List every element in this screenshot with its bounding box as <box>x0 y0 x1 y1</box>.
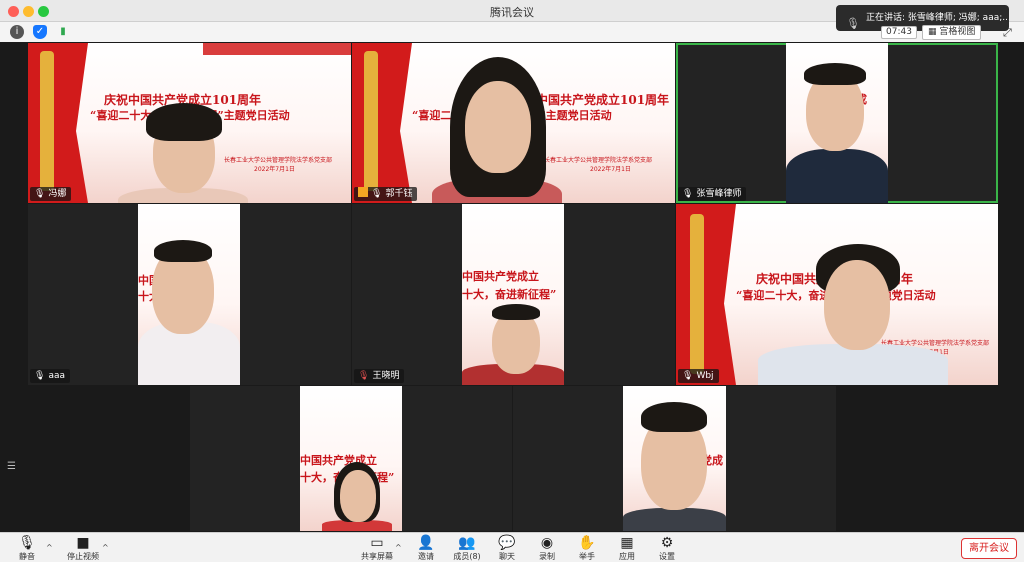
video-tile-4[interactable]: 中国共产党 十大，奋进 🎙aaa <box>28 204 351 385</box>
video-tile-7[interactable]: 中国共产党成立 十大，奋进新征程” <box>190 386 512 531</box>
side-panel-toggle-icon[interactable]: ☰ <box>7 461 16 472</box>
apps-grid-icon: ▦ <box>620 535 634 551</box>
participant-name-tag: 🎙 王晓明 <box>354 369 405 383</box>
avatar-icon <box>358 187 368 197</box>
video-tile-2[interactable]: 庆祝中国共产党成立101周年 “喜迎二十大，奋进新征程”主题党日活动 长春工业大… <box>352 43 675 203</box>
view-mode-button[interactable]: ▦ 宫格视图 <box>922 25 982 40</box>
record-icon: ◉ <box>540 535 554 551</box>
invite-button[interactable]: 👤 邀请 <box>414 535 438 562</box>
banner-subtitle-cropped: 十大，奋进新征程” <box>462 288 557 301</box>
video-tile-5[interactable]: 中国共产党成立 十大，奋进新征程” 🎙 王晓明 <box>352 204 675 385</box>
chat-label: 聊天 <box>499 552 515 561</box>
apps-label: 应用 <box>619 552 635 561</box>
chat-bubble-icon: 💬 <box>498 535 516 551</box>
view-mode-label: 宫格视图 <box>939 27 976 37</box>
share-options-chevron-icon[interactable]: ^ <box>395 543 402 552</box>
chat-button[interactable]: 💬 聊天 <box>496 535 518 562</box>
video-tile-6[interactable]: 庆祝中国共产党成立101周年 “喜迎二十大，奋进新征程”主题党日活动 长春工业大… <box>676 204 998 385</box>
grid-icon: ▦ <box>928 27 940 37</box>
mic-icon: 🎙 <box>682 189 694 199</box>
video-tile-3[interactable]: 成 🎙张雪峰律师 <box>676 43 998 203</box>
video-tile-8[interactable]: 党成 <box>513 386 836 531</box>
record-label: 录制 <box>539 552 555 561</box>
mic-muted-icon: 🎙 <box>358 371 370 381</box>
video-options-chevron-icon[interactable]: ^ <box>102 543 109 552</box>
participant-name-tag: 🎙 冯娜 <box>30 187 72 201</box>
stop-video-button[interactable]: ■ 停止视频 <box>66 535 100 562</box>
participant-name-tag: 🎙 张雪峰律师 <box>678 187 747 201</box>
banner-date: 2022年7月1日 <box>590 166 631 173</box>
members-label: 成员(8) <box>453 552 481 561</box>
active-speaker-text: 正在讲话: 张雪峰律师; 冯娜; aaa;... <box>866 13 1009 23</box>
raise-hand-label: 举手 <box>579 552 595 561</box>
participant-name-tag: 🎙 Wbj <box>678 369 719 383</box>
settings-button[interactable]: ⚙ 设置 <box>656 535 678 562</box>
pillar-decoration <box>690 214 704 374</box>
participant-name: 郭千钰 <box>385 189 413 199</box>
mic-icon: 🎙 <box>846 17 860 30</box>
participant-name-tag: 🎙 aaa <box>30 369 70 383</box>
bottom-toolbar: 🎙 静音 ^ ■ 停止视频 ^ ▭ 共享屏幕 ^ 👤 邀请 👥 成员(8) 💬 聊天 ◉ 录制… <box>0 532 1024 562</box>
banner-title-cropped: 中国共产党成立 <box>462 270 539 283</box>
add-user-icon: 👤 <box>417 535 435 551</box>
security-shield-icon[interactable]: ✓ <box>33 25 47 39</box>
mic-icon: 🎙 <box>682 371 694 381</box>
mic-icon: 🎙 <box>371 189 383 199</box>
microphone-icon: 🎙 <box>18 535 36 551</box>
hand-icon: ✋ <box>578 535 596 551</box>
mic-icon: 🎙 <box>34 371 46 381</box>
audio-options-chevron-icon[interactable]: ^ <box>46 543 53 552</box>
stop-video-label: 停止视频 <box>67 552 99 561</box>
meeting-window: 腾讯会议 i ✓ ▮ 🎙 正在讲话: 张雪峰律师; 冯娜; aaa;... 07… <box>0 0 1024 562</box>
invite-label: 邀请 <box>418 552 434 561</box>
apps-button[interactable]: ▦ 应用 <box>616 535 638 562</box>
participant-name: Wbj <box>696 371 714 381</box>
video-camera-icon: ■ <box>76 535 90 551</box>
share-screen-icon: ▭ <box>370 535 384 551</box>
banner-org: 长春工业大学公共管理学院法学系党支部 <box>224 157 333 164</box>
mute-button[interactable]: 🎙 静音 <box>14 535 40 562</box>
members-icon: 👥 <box>458 535 476 551</box>
participant-name: 王晓明 <box>372 371 400 381</box>
participant-name: 张雪峰律师 <box>696 189 742 199</box>
pillar-decoration <box>40 51 54 191</box>
leave-meeting-button[interactable]: 离开会议 <box>961 538 1017 559</box>
pillar-decoration <box>364 51 378 191</box>
raise-hand-button[interactable]: ✋ 举手 <box>576 535 598 562</box>
members-button[interactable]: 👥 成员(8) <box>452 535 482 562</box>
share-screen-button[interactable]: ▭ 共享屏幕 <box>360 535 394 562</box>
participant-name-tag: 🎙 郭千钰 <box>354 187 418 201</box>
info-icon[interactable]: i <box>10 25 24 39</box>
record-button[interactable]: ◉ 录制 <box>536 535 558 562</box>
participant-name: aaa <box>48 371 65 381</box>
share-screen-label: 共享屏幕 <box>361 552 393 561</box>
network-signal-icon[interactable]: ▮ <box>56 25 70 39</box>
gear-icon: ⚙ <box>660 535 674 551</box>
mute-label: 静音 <box>19 552 35 561</box>
fullscreen-icon[interactable]: ⤢ <box>1003 26 1012 40</box>
participant-name: 冯娜 <box>48 189 67 199</box>
banner-org: 长春工业大学公共管理学院法学系党支部 <box>544 157 653 164</box>
video-tile-1[interactable]: 庆祝中国共产党成立101周年 “喜迎二十大，奋进新征程”主题党日活动 长春工业大… <box>28 43 351 203</box>
banner-date: 2022年7月1日 <box>254 166 295 173</box>
mic-icon: 🎙 <box>34 189 46 199</box>
meeting-timer: 07:43 <box>881 26 917 39</box>
settings-label: 设置 <box>659 552 675 561</box>
